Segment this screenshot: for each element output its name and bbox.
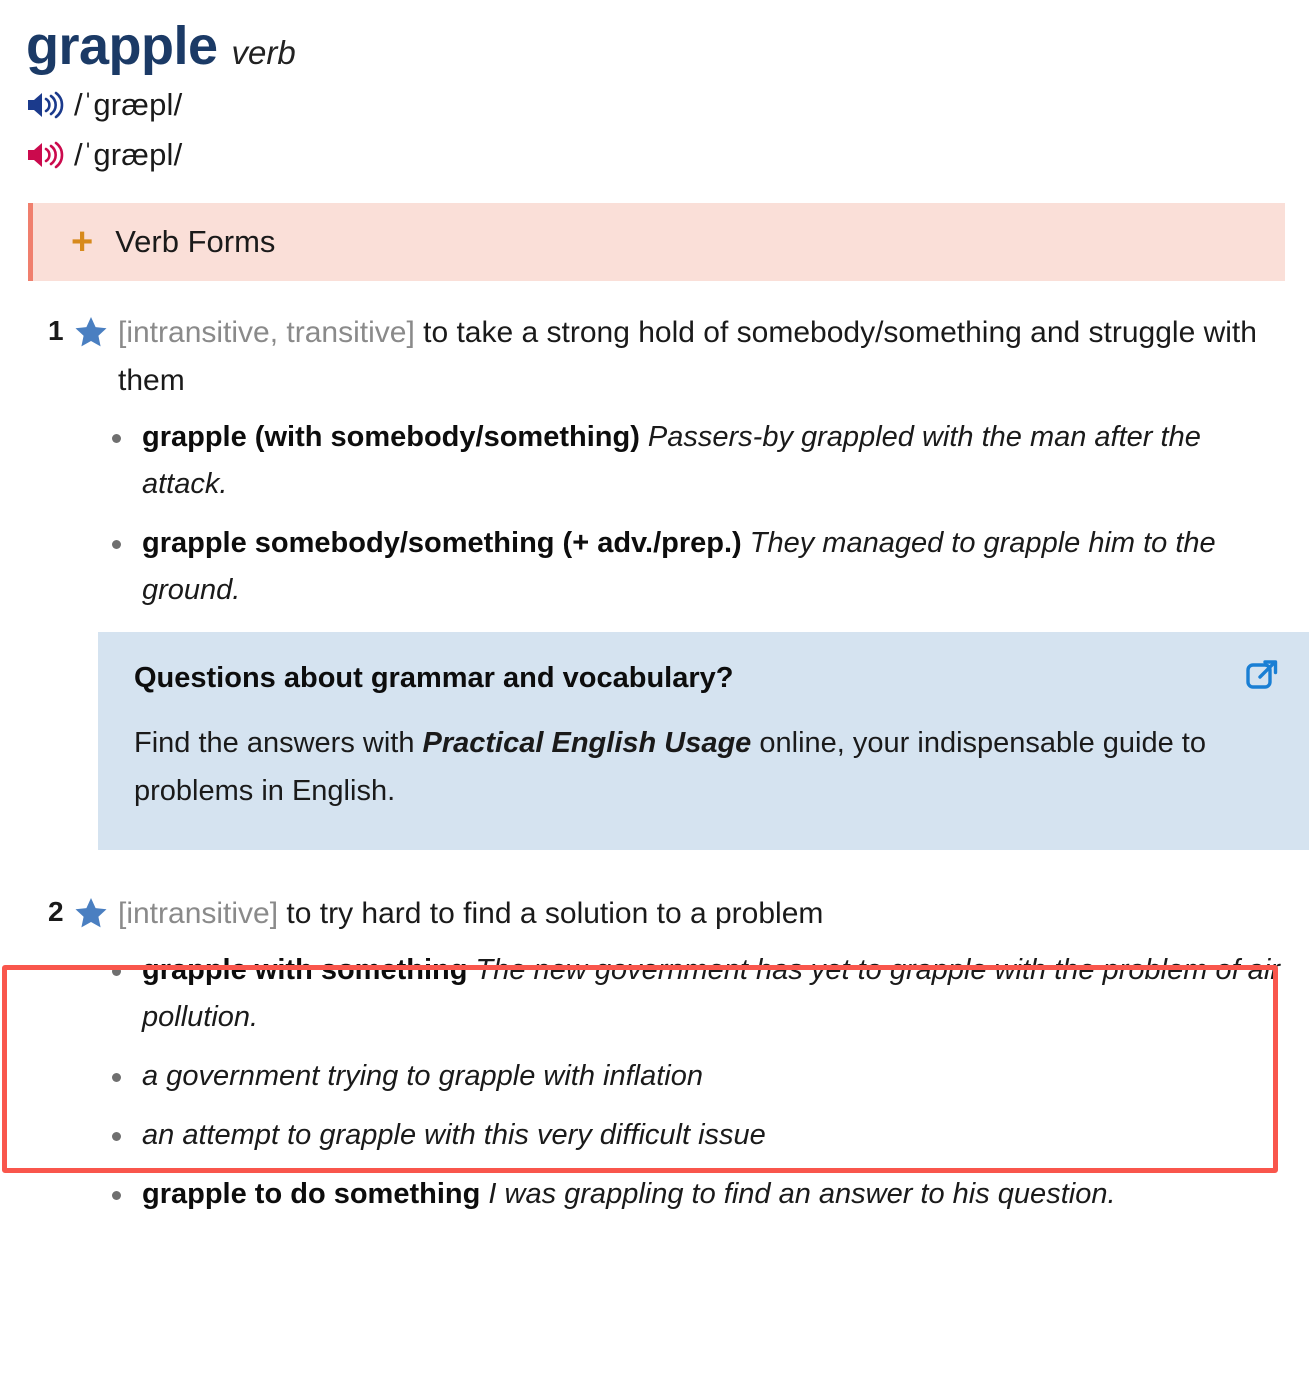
list-item: grapple (with somebody/something) Passer…: [108, 414, 1284, 508]
sense-2-header: 2 [intransitive] to try hard to find a s…: [26, 884, 1284, 939]
star-icon: [74, 896, 108, 930]
example-pattern: grapple with something: [142, 953, 468, 986]
example-sentence: an attempt to grapple with this very dif…: [142, 1118, 766, 1151]
phonetic-transcription-british: /ˈɡræpl/: [74, 87, 183, 123]
callout-body-before: Find the answers with: [134, 726, 423, 759]
example-sentence: I was grappling to find an answer to his…: [488, 1177, 1116, 1210]
dictionary-entry: grapple verb /ˈɡræpl/ /ˈɡræpl/ + Verb Fo…: [0, 0, 1310, 1218]
headword-row: grapple verb: [26, 18, 1284, 75]
sense-2-grammar-label: [intransitive]: [118, 897, 279, 931]
sense-1: 1 [intransitive, transitive] to take a s…: [26, 309, 1309, 851]
list-item: grapple somebody/something (+ adv./prep.…: [108, 520, 1284, 614]
plus-icon: +: [71, 220, 94, 263]
list-item: grapple to do something I was grappling …: [108, 1171, 1284, 1218]
example-pattern: grapple to do something: [142, 1177, 481, 1210]
senses-list: 1 [intransitive, transitive] to take a s…: [26, 309, 1309, 1218]
sense-1-text: [intransitive, transitive] to take a str…: [118, 309, 1284, 406]
phonetic-transcription-american: /ˈɡræpl/: [74, 137, 183, 173]
verb-forms-toggle[interactable]: + Verb Forms: [28, 202, 1285, 281]
sense-2: 2 [intransitive] to try hard to find a s…: [26, 884, 1284, 1217]
pronunciation-row-british: /ˈɡræpl/: [26, 85, 1284, 125]
callout-body: Find the answers with Practical English …: [134, 719, 1239, 816]
sense-2-extra-examples: a government trying to grapple with infl…: [26, 1053, 1284, 1218]
list-item: a government trying to grapple with infl…: [108, 1053, 1284, 1100]
sense-2-number: 2: [48, 896, 64, 928]
callout-body-emphasis: Practical English Usage: [422, 726, 752, 759]
external-link-icon[interactable]: [1245, 658, 1279, 692]
list-item: an attempt to grapple with this very dif…: [108, 1112, 1284, 1159]
list-item: grapple with something The new governmen…: [108, 947, 1284, 1041]
part-of-speech-label: verb: [231, 34, 296, 71]
star-icon: [74, 315, 108, 349]
example-pattern: grapple somebody/something (+ adv./prep.…: [142, 526, 742, 559]
sense-1-grammar-label: [intransitive, transitive]: [118, 315, 415, 349]
sense-2-definition: to try hard to find a solution to a prob…: [278, 897, 824, 931]
example-pattern: grapple (with somebody/something): [142, 420, 640, 453]
example-sentence: a government trying to grapple with infl…: [142, 1059, 703, 1092]
page-title: grapple: [26, 16, 218, 76]
callout-title: Questions about grammar and vocabulary?: [134, 661, 734, 694]
sense-2-examples: grapple with something The new governmen…: [26, 947, 1284, 1041]
sense-1-header: 1 [intransitive, transitive] to take a s…: [26, 309, 1284, 406]
speaker-icon-british[interactable]: [26, 90, 64, 120]
practical-english-usage-callout[interactable]: Questions about grammar and vocabulary? …: [98, 631, 1309, 851]
verb-forms-label: Verb Forms: [115, 223, 276, 259]
sense-1-number: 1: [48, 314, 64, 346]
sense-1-examples: grapple (with somebody/something) Passer…: [26, 414, 1284, 614]
sense-2-text: [intransitive] to try hard to find a sol…: [118, 890, 1284, 939]
speaker-icon-american[interactable]: [26, 140, 64, 170]
pronunciation-row-american: /ˈɡræpl/: [26, 135, 1284, 175]
